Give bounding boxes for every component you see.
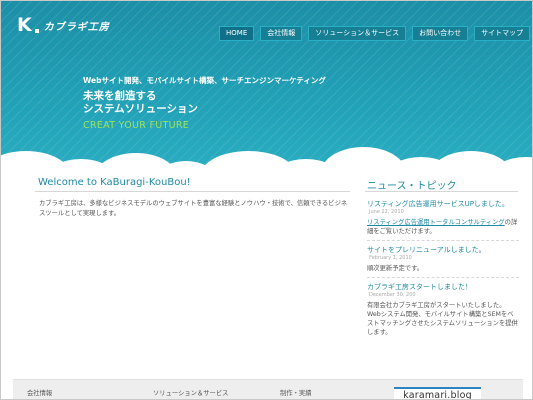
logo-mark: K [17,14,32,36]
news-item-body: リスティング広告運用トータルコンサルティングの詳細をご覧いただけます。 [367,218,519,236]
news-title: ニュース・トピック [367,181,457,192]
hero-headline-line2: システムソリューション [83,103,198,115]
logo-text: カブラギ工房 [43,22,110,33]
cloud-base [1,169,532,176]
blog-banner[interactable]: karamari.blog [394,387,481,399]
news-item: サイトをプレリニューアルしました。 February 1, 2010 順次更新予… [367,245,519,278]
hero-banner: K カブラギ工房 HOME 会社情報 ソリューション＆サービス お問い合わせ サ… [1,1,532,176]
news-item: リスティング広告運用サービスUPしました。 June 22, 2010 リスティ… [367,199,519,241]
footer-link-company[interactable]: 会社情報 [27,388,52,397]
footer-link-solutions[interactable]: ソリューション＆サービス [153,388,228,397]
page: K カブラギ工房 HOME 会社情報 ソリューション＆サービス お問い合わせ サ… [0,0,533,400]
logo-dot [34,28,39,33]
news-divider [365,191,518,192]
footer-link-works[interactable]: 制作・実績 [280,388,311,397]
news-item-body: 順次更新予定です。 [367,265,424,272]
main-title: Welcome to KaBuragi-KouBou! [38,177,191,188]
nav-item-sitemap[interactable]: サイトマップ [474,26,531,41]
hero-headline: 未来を創造する システムソリューション [83,90,198,116]
hero-headline-line1: 未来を創造する [83,90,157,102]
news-item-body: 有限会社カブラギ工房がスタートいたしました。Webシステム開発、モバイルサイト構… [367,302,518,336]
main-intro: カブラギ工房は、多様なビジネスモデルのウェブサイトを豊富な経験とノウハウ・技術で… [39,200,348,217]
hero-subcopy: CREAT YOUR FUTURE [83,120,190,131]
news-item-title[interactable]: カブラギ工房スタートしました！ [367,282,519,292]
nav-item-company[interactable]: 会社情報 [260,26,303,41]
news-item-title[interactable]: サイトをプレリニューアルしました。 [367,245,519,255]
main-nav: HOME 会社情報 ソリューション＆サービス お問い合わせ サイトマップ [219,26,531,41]
news-item: カブラギ工房スタートしました！ December 30, 200 有限会社カブラ… [367,282,519,341]
hero-tagline: Webサイト開発、モバイルサイト構築、サーチエンジンマーケティング [83,76,326,85]
news-item-date: June 22, 2010 [369,209,404,215]
news-inline-link[interactable]: リスティング広告運用トータルコンサルティング [367,219,505,226]
news-item-date: February 1, 2010 [369,255,412,261]
nav-item-contact[interactable]: お問い合わせ [412,26,469,41]
news-item-title[interactable]: リスティング広告運用サービスUPしました。 [367,199,519,209]
nav-item-solutions[interactable]: ソリューション＆サービス [308,26,407,41]
news-item-date: December 30, 200 [369,292,416,298]
news-list: リスティング広告運用サービスUPしました。 June 22, 2010 リスティ… [367,199,519,345]
site-logo[interactable]: K カブラギ工房 [17,16,110,35]
main-divider [35,191,350,192]
nav-item-home[interactable]: HOME [219,26,255,41]
